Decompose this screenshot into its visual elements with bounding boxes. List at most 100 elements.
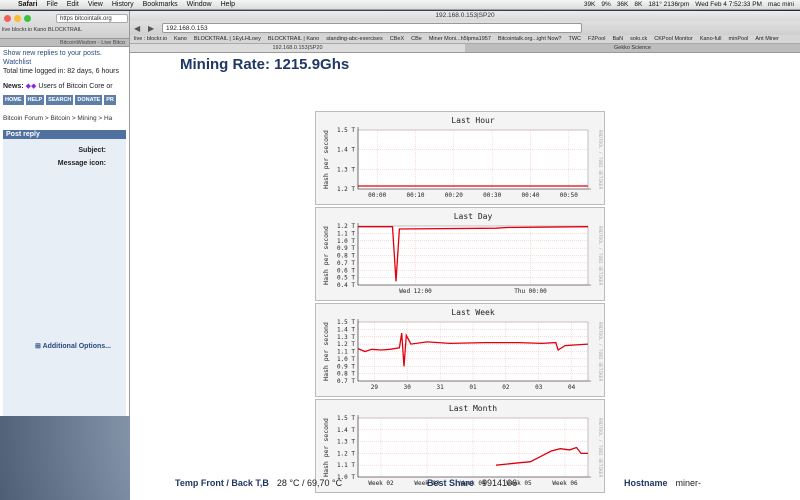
back-bookmarks-bar[interactable]: live blockr.io Kano BLOCKTRAIL	[2, 27, 82, 33]
y-tick-label: 1.2 T	[337, 341, 355, 348]
chart-last-day: Last Day Hash per second RRDTOOL / TOBI OE…	[315, 207, 605, 301]
back-tab[interactable]: BitcoinWisdom - Live Bitco	[0, 39, 129, 47]
x-tick-label: 00:40	[521, 192, 539, 199]
rrdtool-credit: RRDTOOL / TOBI OETIKER	[597, 418, 603, 478]
zoom-icon[interactable]	[24, 15, 31, 22]
bookmark-item[interactable]: BLOCKTRAIL | Kano	[268, 36, 319, 42]
y-tick-label: 1.4 T	[337, 427, 355, 434]
y-tick-label: 1.2 T	[337, 450, 355, 457]
subject-label: Subject:	[78, 147, 106, 154]
additional-options-link[interactable]: ⊞ Additional Options...	[3, 342, 126, 350]
message-icon-label: Message icon:	[57, 160, 106, 167]
chart-last-hour: Last Hour Hash per second RRDTOOL / TOBI O…	[315, 111, 605, 205]
tab-sp20[interactable]: 192.168.0.153|SP20	[130, 44, 465, 52]
post-reply-header: Post reply	[3, 130, 126, 139]
back-arrow-icon[interactable]: ◀	[134, 24, 144, 33]
menu-view[interactable]: View	[88, 1, 103, 8]
time-logged: Total time logged in: 82 days, 6 hours	[3, 68, 119, 75]
y-tick-label: 1.5 T	[337, 127, 355, 134]
menu-bookmarks[interactable]: Bookmarks	[143, 1, 178, 8]
nav-home[interactable]: HOME	[3, 95, 24, 105]
y-tick-label: 0.7 T	[337, 260, 355, 267]
rrdtool-credit: RRDTOOL / TOBI OETIKER	[597, 322, 603, 382]
bookmark-item[interactable]: TWC	[568, 36, 581, 42]
y-tick-label: 1.1 T	[337, 230, 355, 237]
bookmark-item[interactable]: Miner Moni...h5lpma1957	[429, 36, 491, 42]
x-tick-label: 00:00	[368, 192, 386, 199]
bookmark-item[interactable]: Kano-full	[700, 36, 722, 42]
menu-help[interactable]: Help	[221, 1, 235, 8]
main-browser-window[interactable]: 192.168.0.153|SP20 ◀ ▶ 192.168.0.153 liv…	[130, 11, 800, 500]
status-cpu[interactable]: 9%	[601, 1, 610, 8]
expand-icon[interactable]: ⊞	[35, 343, 41, 350]
chart-title: Last Week	[451, 308, 495, 317]
chart-last-week: Last Week Hash per second RRDTOOL / TOBI O…	[315, 303, 605, 397]
news-text[interactable]: Users of Bitcoin Core or	[38, 83, 112, 90]
status-net-in[interactable]: 39K	[584, 1, 596, 8]
back-url-field[interactable]: https bitcointalk.org	[56, 14, 128, 23]
chart-title: Last Day	[454, 212, 493, 221]
minimize-icon[interactable]	[14, 15, 21, 22]
additional-options-label[interactable]: Additional Options...	[43, 343, 111, 350]
bookmark-item[interactable]: CKPool Monitor	[654, 36, 693, 42]
menu-safari[interactable]: Safari	[18, 1, 37, 8]
url-field[interactable]: 192.168.0.153	[162, 23, 582, 33]
nav-profile[interactable]: PR	[104, 95, 116, 105]
y-tick-label: 1.5 T	[337, 415, 355, 422]
y-tick-label: 0.8 T	[337, 371, 355, 378]
bookmark-item[interactable]: minPool	[729, 36, 749, 42]
mining-rate-title: Mining Rate: 1215.9Ghs	[180, 56, 350, 73]
status-fan[interactable]: 181° 2136rpm	[648, 1, 689, 8]
y-tick-label: 1.3 T	[337, 439, 355, 446]
y-tick-label: 0.5 T	[337, 275, 355, 282]
y-tick-label: 1.3 T	[337, 334, 355, 341]
rrdtool-credit: RRDTOOL / TOBI OETIKER	[597, 226, 603, 286]
y-tick-label: 1.0 T	[337, 356, 355, 363]
x-tick-label: 04	[568, 384, 576, 391]
best-share-label: Best Share	[427, 478, 475, 488]
breadcrumb[interactable]: Bitcoin Forum > Bitcoin > Mining > Ha	[3, 115, 126, 122]
bookmark-item[interactable]: Kano	[174, 36, 187, 42]
watchlist-link[interactable]: Watchlist	[3, 58, 126, 67]
new-replies-link[interactable]: Show new replies to your posts.	[3, 49, 126, 58]
menu-edit[interactable]: Edit	[67, 1, 79, 8]
y-tick-label: 1.4 T	[337, 326, 355, 333]
user-name[interactable]: mac mini	[768, 1, 794, 8]
temp-value: 28 °C / 69,70 °C	[276, 478, 343, 488]
bookmark-item[interactable]: CBe	[411, 36, 422, 42]
y-axis-label: Hash per second	[322, 226, 330, 285]
tab-gekko[interactable]: Gekko Science	[465, 44, 800, 52]
x-tick-label: 30	[404, 384, 412, 391]
background-browser-window[interactable]: https bitcointalk.org live blockr.io Kan…	[0, 11, 130, 416]
chart-last-day-svg: Last Day Hash per second RRDTOOL / TOBI OE…	[322, 212, 603, 295]
x-tick-label: 29	[371, 384, 379, 391]
bookmark-item[interactable]: solo.ck	[630, 36, 647, 42]
x-tick-label: 00:50	[560, 192, 578, 199]
bookmark-item[interactable]: CBeX	[390, 36, 404, 42]
bookmark-item[interactable]: F2Pool	[588, 36, 605, 42]
bookmark-item[interactable]: Bitcointalk.org...ight Now?	[498, 36, 562, 42]
status-net-out[interactable]: 36K	[617, 1, 629, 8]
temp-label: Temp Front / Back T,B	[175, 478, 269, 488]
menu-history[interactable]: History	[112, 1, 134, 8]
status-disk[interactable]: 8K	[634, 1, 642, 8]
bookmark-item[interactable]: BaN	[612, 36, 623, 42]
nav-help[interactable]: HELP	[25, 95, 45, 105]
clock[interactable]: Wed Feb 4 7:52:33 PM	[695, 1, 762, 8]
bookmark-item[interactable]: BLOCKTRAIL | 1EyLHLoey	[194, 36, 261, 42]
bookmark-item[interactable]: Ant Miner	[755, 36, 779, 42]
bookmark-item[interactable]: standing-abc-exercises	[326, 36, 383, 42]
bookmark-item[interactable]: live : blockr.io	[134, 36, 167, 42]
y-tick-label: 0.7 T	[337, 378, 355, 385]
y-axis-label: Hash per second	[322, 130, 330, 189]
y-tick-label: 1.3 T	[337, 166, 355, 173]
nav-search[interactable]: SEARCH	[46, 95, 74, 105]
x-tick-label: 31	[437, 384, 445, 391]
close-icon[interactable]	[4, 15, 11, 22]
menu-window[interactable]: Window	[187, 1, 212, 8]
menu-file[interactable]: File	[46, 1, 57, 8]
y-tick-label: 1.1 T	[337, 349, 355, 356]
nav-donate[interactable]: DONATE	[75, 95, 103, 105]
forward-arrow-icon[interactable]: ▶	[148, 24, 158, 33]
best-share-stat: Best Share 9914106	[427, 478, 517, 488]
